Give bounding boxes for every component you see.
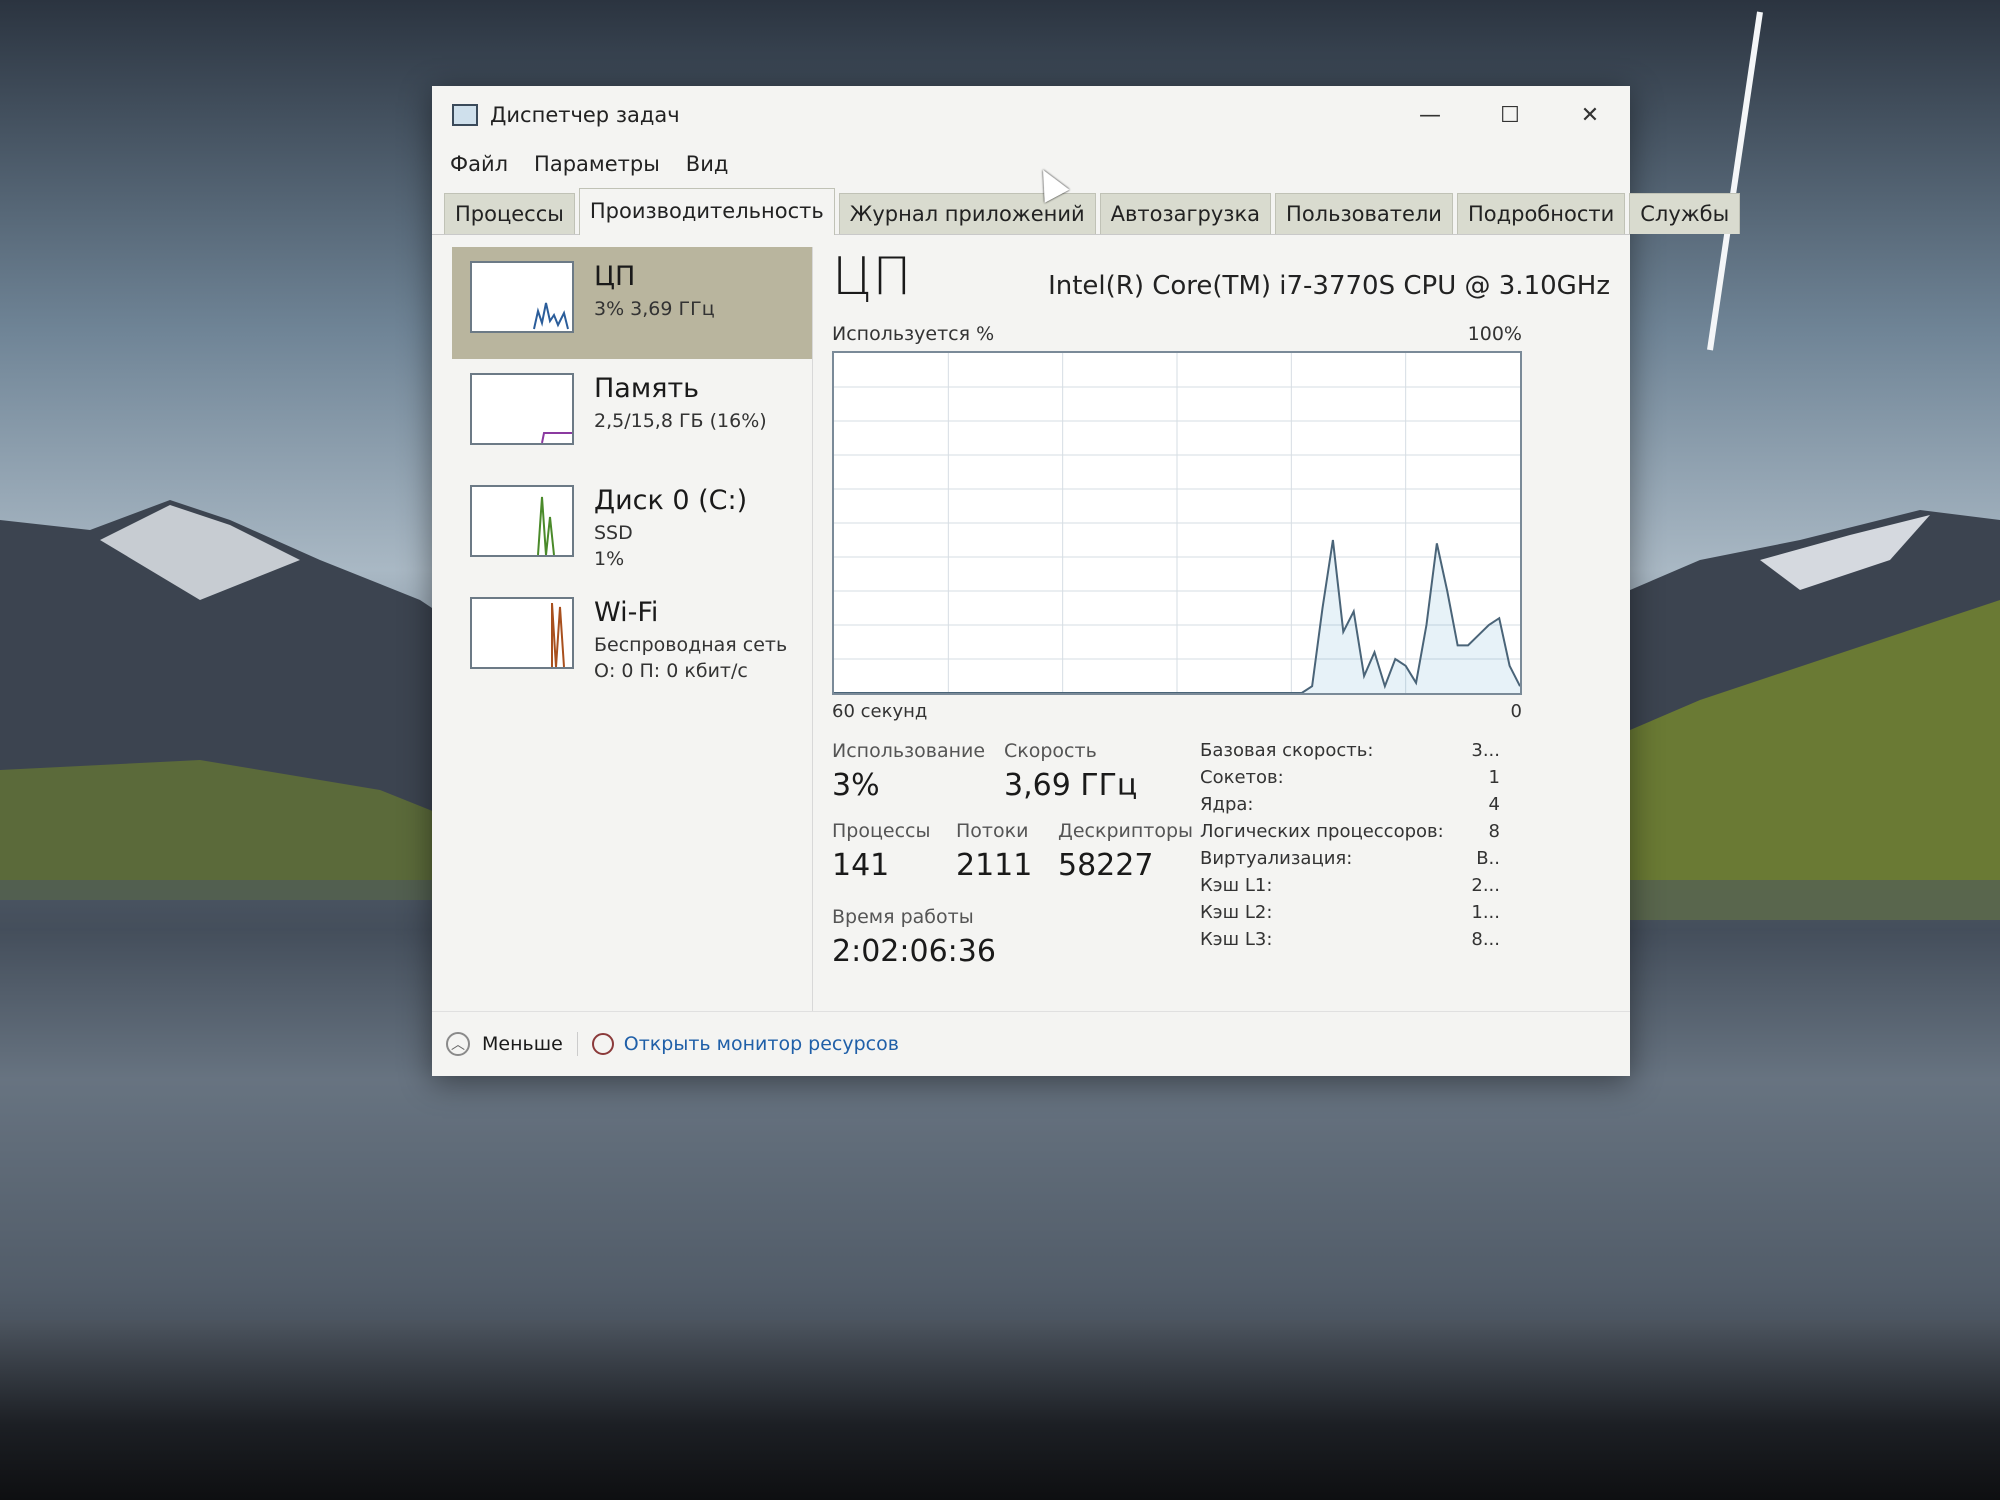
detail-value: 1 — [1488, 767, 1500, 788]
threads-label: Потоки — [956, 820, 1029, 842]
cpu-usage-chart — [834, 353, 1521, 694]
sidebar-item-label: ЦП — [594, 261, 636, 292]
detail-value: В.. — [1476, 848, 1500, 869]
cpu-thumbnail-graph — [470, 261, 574, 333]
processes-label: Процессы — [832, 820, 931, 842]
detail-value: 8... — [1471, 929, 1500, 950]
detail-key: Сокетов: — [1200, 767, 1284, 788]
sidebar-item-detail: 1% — [594, 548, 625, 570]
resource-monitor-icon — [591, 1033, 614, 1055]
chevron-up-icon[interactable]: ︿ — [446, 1032, 470, 1056]
detail-key: Ядра: — [1200, 794, 1254, 815]
tab-performance[interactable]: Производительность — [578, 188, 835, 235]
cpu-model: Intel(R) Core(TM) i7-3770S CPU @ 3.10GHz — [1048, 271, 1610, 301]
memory-thumbnail-graph — [470, 373, 574, 445]
detail-value: 8 — [1488, 821, 1500, 842]
sidebar-item-wifi[interactable]: Wi-Fi Беспроводная сеть О: 0 П: 0 кбит/с — [452, 583, 812, 695]
threads-value: 2111 — [956, 848, 1033, 883]
open-resource-monitor-link[interactable]: Открыть монитор ресурсов — [624, 1033, 899, 1055]
detail-row: Виртуализация: В.. — [1200, 848, 1500, 875]
tab-startup[interactable]: Автозагрузка — [1099, 193, 1272, 234]
detail-key: Кэш L2: — [1200, 902, 1273, 923]
sidebar-item-memory[interactable]: Память 2,5/15,8 ГБ (16%) — [452, 359, 812, 471]
page-title: ЦП — [832, 247, 912, 307]
detail-key: Логических процессоров: — [1200, 821, 1444, 842]
sidebar-item-detail: SSD — [594, 522, 633, 544]
detail-value: 4 — [1488, 794, 1500, 815]
footer-bar: ︿ Меньше Открыть монитор ресурсов — [432, 1011, 1630, 1076]
detail-row: Кэш L2: 1... — [1200, 902, 1500, 929]
detail-value: 2... — [1471, 875, 1500, 896]
graph-time-span: 60 секунд — [832, 701, 928, 722]
tab-details[interactable]: Подробности — [1456, 193, 1626, 234]
graph-label-usage: Используется % — [832, 323, 995, 345]
detail-row: Базовая скорость: 3... — [1200, 740, 1500, 767]
sidebar-item-label: Память — [594, 373, 700, 404]
sidebar-item-detail: 2,5/15,8 ГБ (16%) — [594, 410, 767, 432]
tab-app-history[interactable]: Журнал приложений — [838, 193, 1096, 234]
uptime-label: Время работы — [832, 906, 974, 928]
handles-value: 58227 — [1058, 848, 1154, 883]
graph-label-max: 100% — [1467, 323, 1522, 345]
detail-row: Логических процессоров: 8 — [1200, 821, 1500, 848]
detail-row: Ядра: 4 — [1200, 794, 1500, 821]
usage-label: Использование — [832, 740, 986, 762]
disk-thumbnail-graph — [470, 485, 574, 557]
sidebar-item-cpu[interactable]: ЦП 3% 3,69 ГГц — [452, 247, 812, 359]
detail-key: Базовая скорость: — [1200, 740, 1374, 761]
task-manager-icon — [452, 104, 478, 126]
detail-row: Сокетов: 1 — [1200, 767, 1500, 794]
footer-divider — [576, 1032, 578, 1056]
resource-sidebar: ЦП 3% 3,69 ГГц Память 2,5/15,8 ГБ (16%) — [452, 247, 813, 1012]
sidebar-item-label: Диск 0 (C:) — [594, 485, 748, 516]
detail-key: Кэш L3: — [1200, 929, 1273, 950]
task-manager-window: Диспетчер задач — ☐ ✕ Файл Параметры Вид… — [432, 86, 1741, 1076]
sidebar-item-detail: Беспроводная сеть — [594, 634, 788, 656]
speed-value: 3,69 ГГц — [1004, 768, 1138, 803]
tab-processes[interactable]: Процессы — [444, 193, 575, 234]
cpu-stats: Использование 3% Скорость 3,69 ГГц Проце… — [832, 740, 1610, 980]
sidebar-item-label: Wi-Fi — [594, 597, 659, 628]
tab-strip: Процессы Производительность Журнал прило… — [432, 184, 1741, 235]
detail-row: Кэш L1: 2... — [1200, 875, 1500, 902]
graph-time-zero: 0 — [1510, 701, 1522, 722]
minimize-button[interactable]: — — [1390, 86, 1470, 144]
cpu-details-list: Базовая скорость: 3... Сокетов: 1 Ядра: 4 Л… — [1200, 740, 1500, 956]
tab-users[interactable]: Пользователи — [1275, 193, 1453, 234]
tab-services[interactable]: Службы — [1629, 193, 1741, 234]
uptime-value: 2:02:06:36 — [832, 934, 996, 969]
window-title: Диспетчер задач — [490, 103, 680, 127]
menu-file[interactable]: Файл — [450, 152, 508, 176]
fewer-details-button[interactable]: Меньше — [482, 1033, 563, 1055]
close-button[interactable]: ✕ — [1550, 86, 1630, 144]
detail-key: Кэш L1: — [1200, 875, 1273, 896]
processes-value: 141 — [832, 848, 890, 883]
detail-value: 1... — [1471, 902, 1500, 923]
sidebar-item-detail: 3% 3,69 ГГц — [594, 298, 715, 320]
handles-label: Дескрипторы — [1058, 820, 1194, 842]
menu-view[interactable]: Вид — [686, 152, 729, 176]
usage-value: 3% — [832, 768, 880, 803]
speed-label: Скорость — [1004, 740, 1097, 762]
detail-key: Виртуализация: — [1200, 848, 1353, 869]
sidebar-item-detail: О: 0 П: 0 кбит/с — [594, 660, 748, 682]
wifi-thumbnail-graph — [470, 597, 574, 669]
maximize-button[interactable]: ☐ — [1470, 86, 1550, 144]
menu-options[interactable]: Параметры — [534, 152, 660, 176]
detail-row: Кэш L3: 8... — [1200, 929, 1500, 956]
title-bar: Диспетчер задач — ☐ ✕ — [432, 86, 1630, 144]
detail-value: 3... — [1471, 740, 1500, 761]
sidebar-item-disk[interactable]: Диск 0 (C:) SSD 1% — [452, 471, 812, 583]
cpu-detail-panel: ЦП Intel(R) Core(TM) i7-3770S CPU @ 3.10… — [832, 247, 1610, 1012]
cpu-usage-graph — [832, 351, 1522, 695]
